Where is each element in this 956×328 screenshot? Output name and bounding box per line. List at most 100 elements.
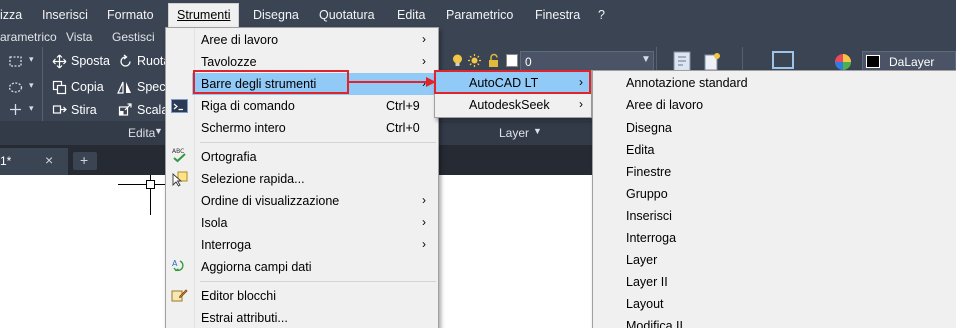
annotation-box-autocad-lt: [434, 70, 591, 94]
menu-item-riga-di-comando[interactable]: Riga di comando Ctrl+9: [166, 95, 438, 117]
toolbar-item-aree-di-lavoro[interactable]: Aree di lavoro: [593, 94, 955, 116]
quick-select-icon: [172, 171, 188, 187]
copy-icon: [52, 80, 67, 95]
menu-inserisci[interactable]: Inserisci: [42, 8, 88, 22]
layer-states-icon[interactable]: [703, 50, 723, 72]
menu-item-isola[interactable]: Isola ›: [166, 212, 438, 234]
menu-item-autodeskseek[interactable]: AutodeskSeek ›: [435, 94, 591, 116]
toolbar-item-disegna[interactable]: Disegna: [593, 117, 955, 139]
menu-item-label: Aggiorna campi dati: [201, 260, 312, 274]
menu-item-label: Layer II: [626, 275, 668, 289]
menu-bar: izza Inserisci Formato Strumenti Disegna…: [0, 0, 956, 30]
copy-button[interactable]: Copia: [71, 80, 104, 94]
autocad-lt-submenu: Annotazione standard Aree di lavoro Dise…: [592, 70, 956, 328]
toolbar-item-layer-ii[interactable]: Layer II: [593, 271, 955, 293]
toolbar-item-annotazione-standard[interactable]: Annotazione standard: [593, 72, 955, 94]
close-icon[interactable]: ×: [45, 152, 53, 168]
svg-text:A: A: [172, 259, 178, 268]
menu-finestra[interactable]: Finestra: [535, 8, 580, 22]
menu-item-label: Disegna: [626, 121, 672, 135]
toolbar-item-finestre[interactable]: Finestre: [593, 161, 955, 183]
layer-color-swatch: [506, 54, 518, 67]
toolbar-item-layer[interactable]: Layer: [593, 249, 955, 271]
layer-dropdown-value: 0: [525, 55, 532, 69]
panel-layer-label[interactable]: Layer: [499, 126, 529, 140]
toolbar-item-modifica-ii[interactable]: Modifica II: [593, 315, 955, 328]
menu-formato[interactable]: Formato: [107, 8, 154, 22]
color-dropdown[interactable]: DaLayer: [862, 51, 956, 71]
scale-button[interactable]: Scala: [137, 103, 168, 117]
menu-item-ordine-di-visualizzazione[interactable]: Ordine di visualizzazione ›: [166, 190, 438, 212]
menu-visualizza[interactable]: izza: [0, 8, 22, 22]
tab-gestisci[interactable]: Gestisci: [112, 30, 155, 44]
chevron-right-icon: ›: [579, 97, 583, 111]
selection-rectangle-icon[interactable]: [8, 54, 23, 69]
bulb-icon: [453, 54, 462, 66]
menu-item-ortografia[interactable]: ABC Ortografia: [166, 146, 438, 168]
chevron-right-icon: ›: [422, 237, 426, 251]
update-fields-icon: A: [172, 259, 184, 272]
menu-item-label: Inserisci: [626, 209, 672, 223]
lasso-icon[interactable]: [8, 80, 23, 95]
menu-item-shortcut: Ctrl+9: [386, 99, 420, 113]
toolbar-item-gruppo[interactable]: Gruppo: [593, 183, 955, 205]
menu-item-estrai-attributi[interactable]: Estrai attributi...: [166, 307, 438, 328]
menu-quotatura[interactable]: Quotatura: [319, 8, 375, 22]
menu-item-label: AutodeskSeek: [469, 98, 550, 112]
chevron-down-icon[interactable]: ▼: [533, 126, 542, 136]
menu-edita[interactable]: Edita: [397, 8, 426, 22]
toolbar-item-inserisci[interactable]: Inserisci: [593, 205, 955, 227]
menu-item-label: Isola: [201, 216, 228, 230]
chevron-down-icon[interactable]: ▼: [154, 126, 163, 136]
menu-item-label: Finestre: [626, 165, 672, 179]
scale-icon: [118, 103, 132, 116]
menu-item-aggiorna-campi-dati[interactable]: A Aggiorna campi dati: [166, 256, 438, 278]
color-wheel-icon[interactable]: [834, 53, 852, 71]
menu-item-label: Selezione rapida...: [201, 172, 305, 186]
stretch-button[interactable]: Stira: [71, 103, 97, 117]
chevron-down-icon[interactable]: ▾: [29, 54, 34, 65]
panel-modify-label[interactable]: Edita: [128, 126, 155, 140]
chevron-right-icon: ›: [422, 193, 426, 207]
layer-dropdown[interactable]: 0 ▼: [520, 51, 654, 71]
chevron-right-icon: ›: [422, 32, 426, 46]
menu-help[interactable]: ?: [598, 8, 605, 22]
menu-separator: [200, 281, 436, 282]
tab-parametrico[interactable]: arametrico: [0, 30, 57, 44]
viewport-icon[interactable]: [772, 51, 794, 69]
plus-icon: +: [80, 152, 89, 168]
stretch-icon: [52, 105, 67, 114]
rotate-icon: [120, 54, 131, 67]
move-button[interactable]: Sposta: [71, 54, 110, 68]
document-tab-name: 1*: [0, 154, 12, 168]
menu-item-editor-blocchi[interactable]: Editor blocchi: [166, 285, 438, 307]
menu-item-aree-di-lavoro[interactable]: Aree di lavoro ›: [166, 29, 438, 51]
toolbar-item-layout[interactable]: Layout: [593, 293, 955, 315]
menu-item-label: Gruppo: [626, 187, 668, 201]
menu-disegna[interactable]: Disegna: [253, 8, 299, 22]
svg-text:ABC: ABC: [172, 148, 184, 155]
chevron-down-icon[interactable]: ▾: [29, 103, 34, 114]
menu-item-label: Ordine di visualizzazione: [201, 194, 340, 208]
command-line-icon: [171, 99, 188, 113]
color-dropdown-value: DaLayer: [889, 55, 935, 69]
menu-parametrico[interactable]: Parametrico: [446, 8, 513, 22]
menu-strumenti[interactable]: Strumenti: [177, 8, 231, 22]
cross-select-icon[interactable]: [8, 102, 23, 117]
document-tab[interactable]: 1* ×: [0, 148, 68, 175]
menu-item-label: Aree di lavoro: [201, 33, 279, 47]
toolbar-item-edita[interactable]: Edita: [593, 139, 955, 161]
chevron-down-icon[interactable]: ▾: [29, 80, 34, 91]
mirror-icon: [117, 81, 131, 94]
toolbar-item-interroga[interactable]: Interroga: [593, 227, 955, 249]
menu-separator: [200, 142, 436, 143]
menu-item-selezione-rapida[interactable]: Selezione rapida...: [166, 168, 438, 190]
sun-icon: [468, 54, 481, 67]
menu-item-label: Aree di lavoro: [626, 98, 704, 112]
unlock-icon: [489, 53, 498, 67]
new-tab-button[interactable]: +: [73, 152, 97, 170]
color-swatch: [866, 55, 880, 68]
tab-vista[interactable]: Vista: [66, 30, 92, 44]
menu-item-schermo-intero[interactable]: Schermo intero Ctrl+0: [166, 117, 438, 139]
menu-item-interroga[interactable]: Interroga ›: [166, 234, 438, 256]
